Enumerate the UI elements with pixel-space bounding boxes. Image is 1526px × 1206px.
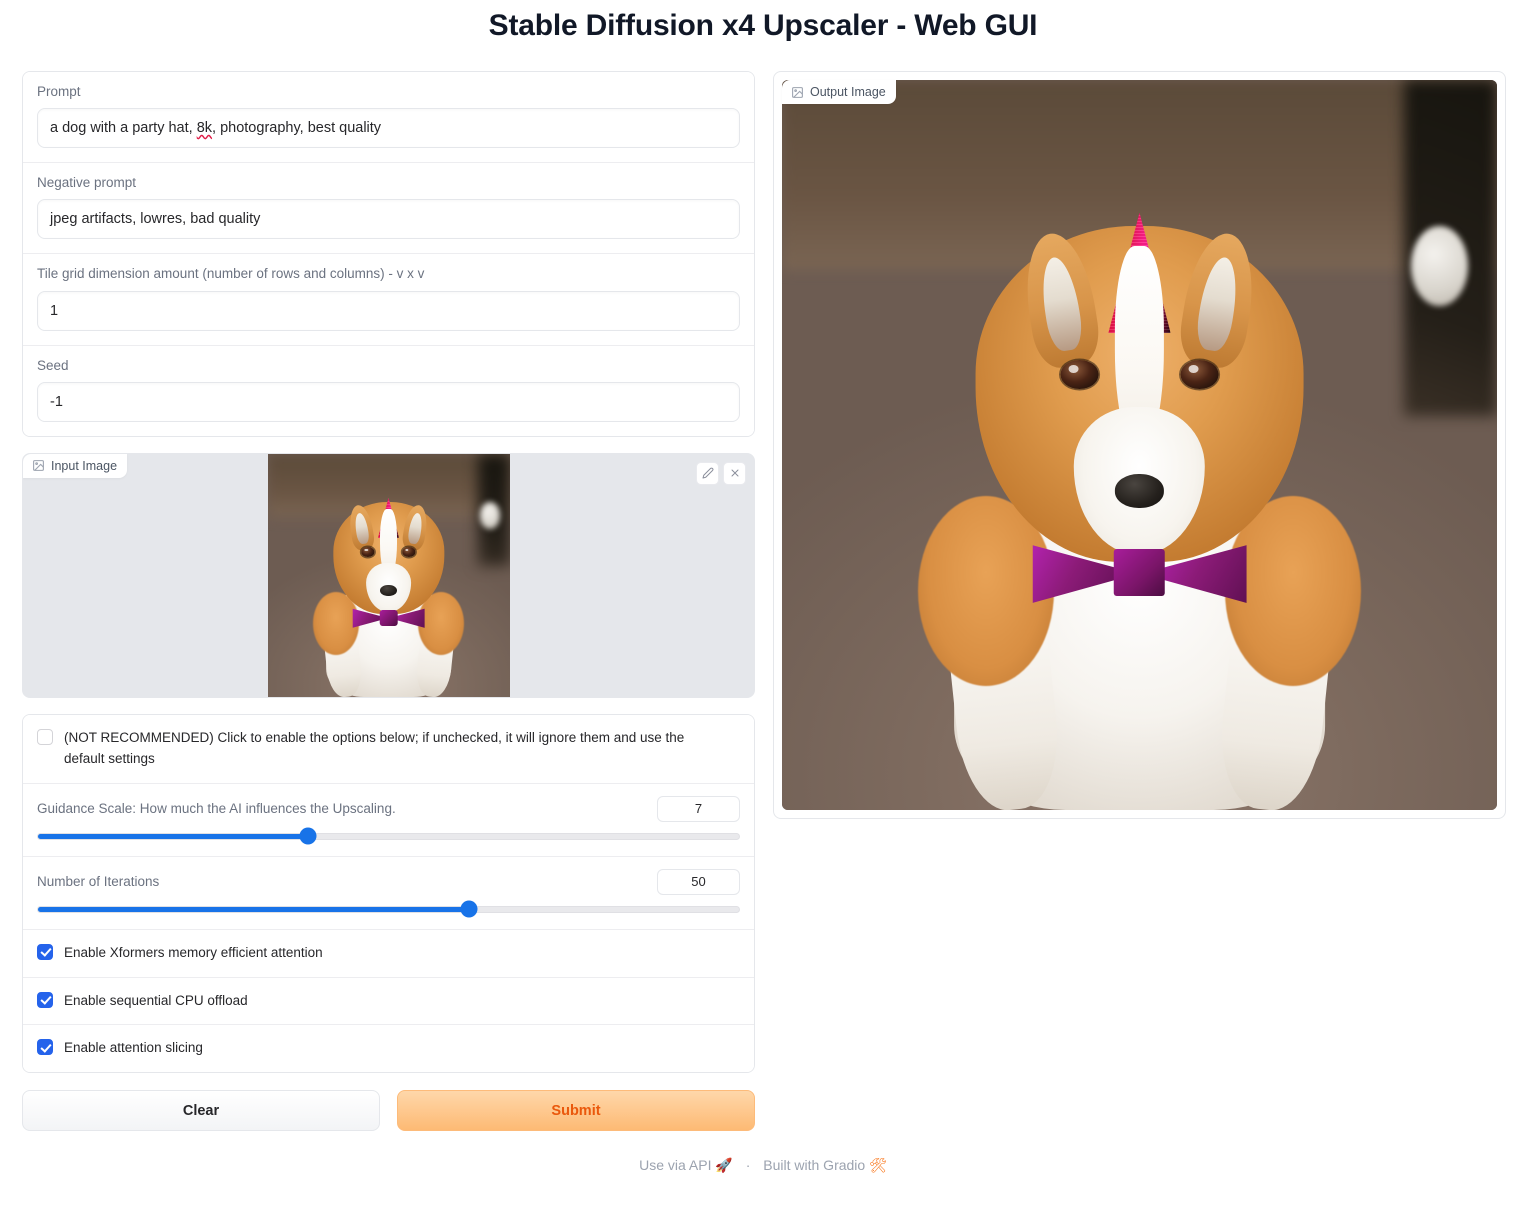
prompt-text-misspelled: 8k: [196, 120, 213, 137]
input-image-label-text: Input Image: [51, 458, 118, 473]
rocket-icon: 🚀: [715, 1157, 733, 1174]
cpu-offload-row[interactable]: Enable sequential CPU offload: [23, 977, 754, 1026]
iterations-thumb[interactable]: [460, 900, 478, 918]
guidance-scale-label: Guidance Scale: How much the AI influenc…: [37, 801, 396, 817]
seed-label: Seed: [37, 357, 69, 373]
input-image-label-pill: Input Image: [23, 453, 128, 478]
xformers-checkbox[interactable]: [37, 943, 53, 960]
iterations-slider[interactable]: [37, 900, 740, 918]
close-icon[interactable]: [723, 461, 746, 485]
seed-input[interactable]: -1: [37, 381, 740, 422]
iterations-row: Number of Iterations 50: [23, 856, 754, 930]
seed-text: -1: [50, 393, 63, 410]
left-column: Prompt a dog with a party hat, 8k, photo…: [22, 71, 755, 1132]
enable-advanced-checkbox[interactable]: [37, 728, 53, 745]
built-with-gradio-label: Built with Gradio: [763, 1157, 866, 1174]
attention-slicing-label: Enable attention slicing: [64, 1040, 203, 1056]
prompt-text-pre: a dog with a party hat,: [50, 120, 197, 137]
footer: Use via API 🚀 · Built with Gradio 🛠: [0, 1157, 1526, 1174]
footer-separator: ·: [745, 1157, 751, 1174]
guidance-scale-row: Guidance Scale: How much the AI influenc…: [23, 783, 754, 857]
output-image-label-pill: Output Image: [782, 80, 896, 104]
gradio-logo-icon: 🛠: [869, 1157, 887, 1174]
options-panel: (NOT RECOMMENDED) Click to enable the op…: [22, 713, 755, 1074]
negative-prompt-text: jpeg artifacts, lowres, bad quality: [50, 211, 261, 228]
enable-advanced-label: (NOT RECOMMENDED) Click to enable the op…: [64, 729, 685, 766]
tile-grid-input[interactable]: 1: [37, 290, 740, 331]
clear-button[interactable]: Clear: [22, 1090, 380, 1132]
pencil-icon[interactable]: [696, 461, 719, 485]
cpu-offload-label: Enable sequential CPU offload: [64, 992, 248, 1008]
prompt-label: Prompt: [37, 84, 81, 99]
input-image-actions: [696, 461, 746, 485]
submit-button[interactable]: Submit: [397, 1090, 755, 1132]
image-icon: [32, 459, 45, 472]
tile-grid-block: Tile grid dimension amount (number of ro…: [23, 254, 754, 346]
prompt-block: Prompt a dog with a party hat, 8k, photo…: [23, 72, 754, 164]
action-buttons: Clear Submit: [22, 1090, 755, 1132]
negative-prompt-label: Negative prompt: [37, 175, 137, 191]
use-via-api-link[interactable]: Use via API 🚀: [639, 1157, 733, 1173]
attention-slicing-row[interactable]: Enable attention slicing: [23, 1025, 754, 1073]
image-icon: [791, 86, 804, 99]
negative-prompt-input[interactable]: jpeg artifacts, lowres, bad quality: [37, 199, 740, 240]
right-column: Output Image: [773, 71, 1506, 819]
page-title: Stable Diffusion x4 Upscaler - Web GUI: [488, 9, 1038, 42]
tile-grid-label: Tile grid dimension amount (number of ro…: [37, 266, 425, 282]
negative-prompt-block: Negative prompt jpeg artifacts, lowres, …: [23, 163, 754, 255]
input-image-panel[interactable]: Input Image: [22, 452, 755, 698]
attention-slicing-checkbox[interactable]: [37, 1039, 53, 1056]
tile-grid-text: 1: [50, 302, 59, 319]
prompt-input[interactable]: a dog with a party hat, 8k, photography,…: [37, 108, 740, 149]
main-columns: Prompt a dog with a party hat, 8k, photo…: [0, 71, 1526, 1132]
output-image-panel[interactable]: Output Image: [773, 71, 1506, 819]
enable-advanced-row[interactable]: (NOT RECOMMENDED) Click to enable the op…: [23, 714, 754, 784]
guidance-scale-thumb[interactable]: [299, 827, 317, 845]
guidance-scale-slider[interactable]: [37, 827, 740, 845]
text-fields-panel: Prompt a dog with a party hat, 8k, photo…: [22, 71, 755, 437]
app-root: Stable Diffusion x4 Upscaler - Web GUI P…: [0, 0, 1526, 1206]
cpu-offload-checkbox[interactable]: [37, 991, 53, 1008]
iterations-label: Number of Iterations: [37, 874, 160, 890]
iterations-value[interactable]: 50: [657, 868, 740, 895]
use-via-api-label: Use via API: [639, 1157, 712, 1174]
built-with-gradio-link[interactable]: Built with Gradio 🛠: [763, 1157, 887, 1173]
seed-block: Seed -1: [23, 345, 754, 436]
guidance-scale-value[interactable]: 7: [657, 795, 740, 822]
xformers-label: Enable Xformers memory efficient attenti…: [64, 944, 323, 960]
xformers-row[interactable]: Enable Xformers memory efficient attenti…: [23, 929, 754, 978]
output-image-label-text: Output Image: [810, 85, 886, 99]
output-image-preview[interactable]: [782, 80, 1497, 810]
prompt-text-post: , photography, best quality: [212, 120, 382, 137]
input-image-preview[interactable]: [267, 453, 510, 697]
